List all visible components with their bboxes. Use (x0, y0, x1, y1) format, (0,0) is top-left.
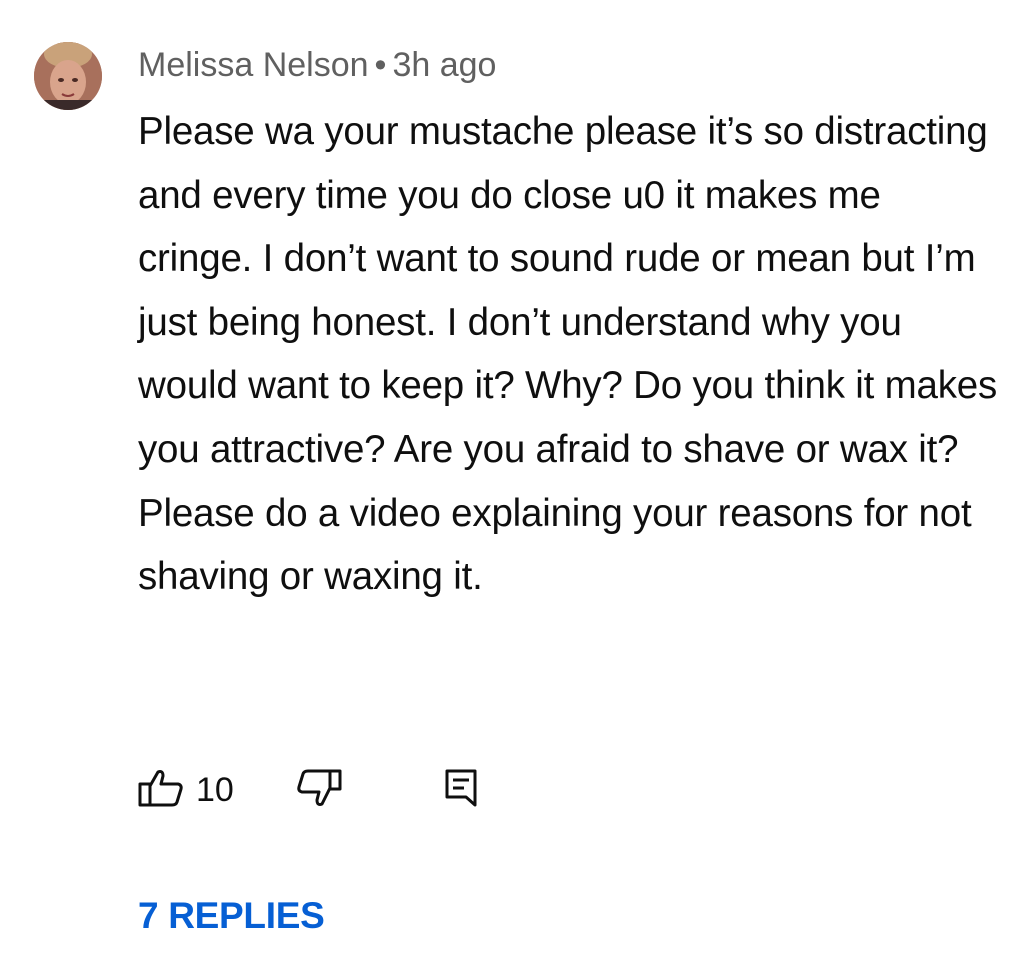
comment-header: Melissa Nelson • 3h ago (138, 44, 496, 86)
reply-button[interactable] (444, 768, 478, 812)
like-button[interactable]: 10 (138, 768, 234, 812)
comment-thread: Melissa Nelson • 3h ago Please wa your mus… (0, 0, 1024, 980)
author-name[interactable]: Melissa Nelson (138, 46, 369, 84)
avatar[interactable] (34, 42, 102, 110)
thumbs-down-icon (296, 768, 342, 813)
dislike-button[interactable] (296, 768, 342, 812)
reply-comment-icon (444, 768, 478, 813)
view-replies-button[interactable]: 7 REPLIES (138, 892, 325, 940)
avatar-image (34, 42, 102, 110)
thumbs-up-icon (138, 768, 184, 813)
comment-actions: 10 (138, 768, 538, 812)
separator-dot: • (374, 46, 387, 84)
like-count: 10 (196, 770, 234, 809)
comment-text: Please wa your mustache please it’s so d… (138, 110, 998, 599)
comment-timestamp[interactable]: 3h ago (392, 46, 496, 84)
